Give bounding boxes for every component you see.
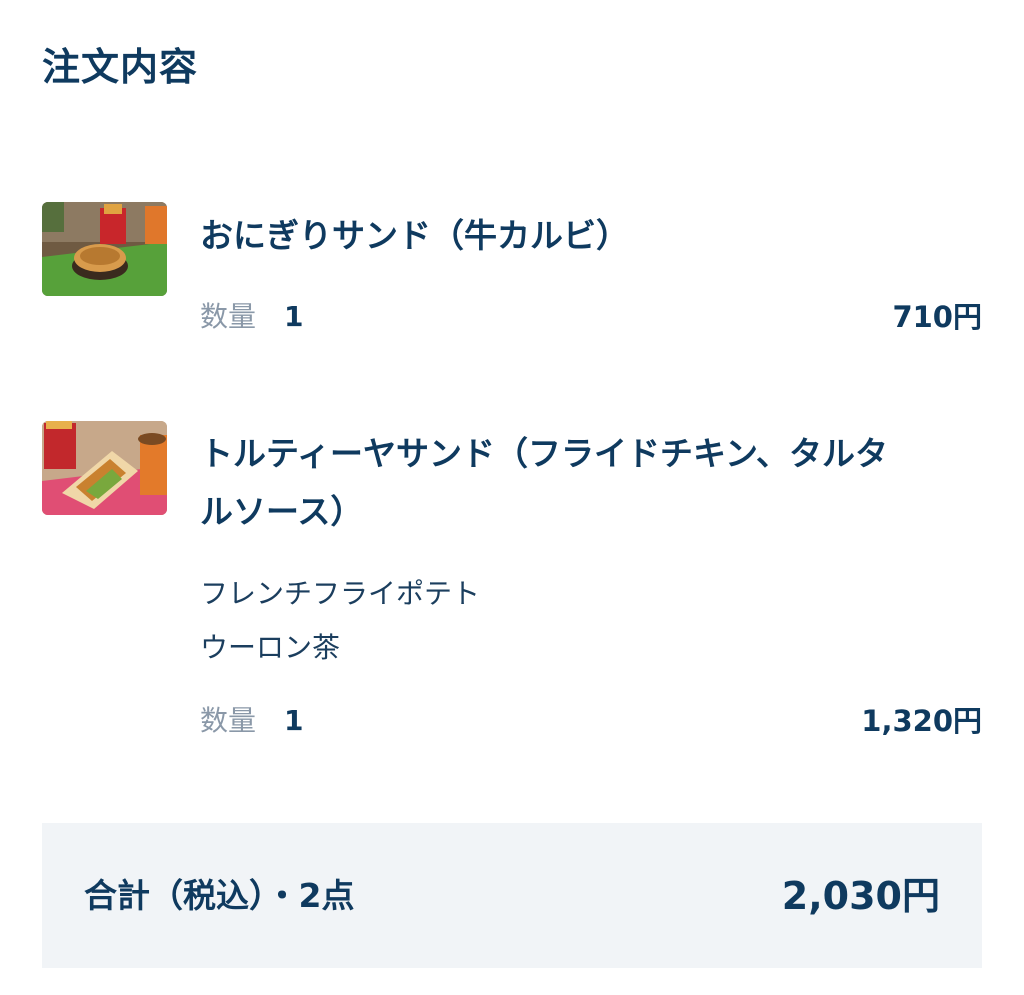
option-item: フレンチフライポテト <box>200 577 481 610</box>
total-amount: 2,030円 <box>781 874 940 918</box>
quantity-label: 数量 <box>200 704 257 737</box>
item-name-line: ルソース） <box>200 492 364 531</box>
onigiri-sandwich-photo <box>42 202 167 296</box>
quantity-value: 1 <box>284 704 304 737</box>
item-options: フレンチフライポテト ウーロン茶 <box>200 567 982 675</box>
total-summary: 合計（税込）・2点 2,030円 <box>42 823 982 968</box>
item-price: 1,320円 <box>861 704 982 738</box>
tortilla-sandwich-photo <box>42 421 167 515</box>
page-title: 注文内容 <box>42 45 199 89</box>
item-name: トルティーヤサンド（フライドチキン、タルタ ルソース） <box>200 425 982 541</box>
item-thumbnail <box>42 421 167 515</box>
quantity-value: 1 <box>284 300 304 333</box>
order-summary-page: 注文内容 おにぎりサンド（牛カルビ） 数量 1 710円 トルティーヤサンド（フ… <box>0 0 1024 995</box>
item-thumbnail <box>42 202 167 296</box>
quantity-row: 数量 1 710円 <box>200 297 982 337</box>
quantity-label: 数量 <box>200 300 257 333</box>
item-name-line: トルティーヤサンド（フライドチキン、タルタ <box>200 434 889 473</box>
item-name: おにぎりサンド（牛カルビ） <box>200 216 629 255</box>
option-item: ウーロン茶 <box>200 631 341 664</box>
quantity-row: 数量 1 1,320円 <box>200 701 982 741</box>
total-label: 合計（税込）・2点 <box>84 876 355 915</box>
item-details: おにぎりサンド（牛カルビ） 数量 1 710円 <box>200 202 982 337</box>
item-details: トルティーヤサンド（フライドチキン、タルタ ルソース） フレンチフライポテト ウ… <box>200 421 982 741</box>
item-price: 710円 <box>892 300 982 334</box>
